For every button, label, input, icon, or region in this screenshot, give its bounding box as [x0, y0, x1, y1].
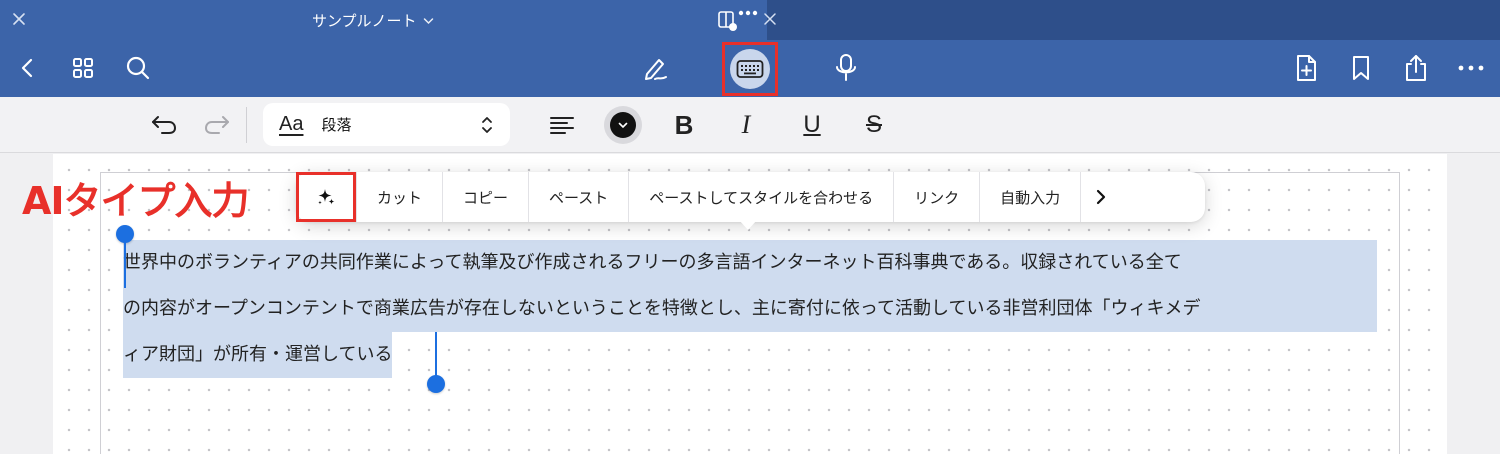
share-icon[interactable] — [1400, 52, 1432, 84]
ai-button-highlight — [296, 172, 356, 222]
chevron-down-icon — [618, 122, 628, 128]
selection-end-caret — [435, 332, 437, 380]
close-icon[interactable] — [763, 12, 777, 26]
bold-button[interactable]: B — [668, 109, 700, 141]
chevron-down-icon — [423, 17, 433, 24]
more-icon[interactable] — [1455, 52, 1487, 84]
annotation-label: AIタイプ入力 — [22, 179, 250, 223]
paste-menu-item[interactable]: ペースト — [528, 172, 628, 222]
edit-context-menu: カット コピー ペースト ペーストしてスタイルを合わせる リンク 自動入力 — [296, 172, 1205, 222]
text-line: 世界中のボランティアの共同作業によって執筆及び作成されるフリーの多言語インターネ… — [123, 240, 1377, 286]
copy-menu-item[interactable]: コピー — [442, 172, 528, 222]
align-left-icon[interactable] — [546, 109, 578, 141]
keyboard-mode-highlight — [722, 42, 778, 96]
keyboard-mode-button[interactable] — [730, 49, 770, 89]
selection-end-handle[interactable] — [427, 375, 445, 393]
link-menu-item[interactable]: リンク — [893, 172, 979, 222]
text-color-button[interactable] — [604, 106, 642, 144]
underline-button[interactable]: U — [796, 109, 828, 141]
more-menu-items-button[interactable] — [1080, 172, 1120, 222]
autofill-menu-item[interactable]: 自動入力 — [979, 172, 1080, 222]
menu-pointer — [739, 220, 757, 230]
tab-bar-background — [767, 0, 1500, 40]
color-swatch — [610, 112, 636, 138]
close-tab-icon[interactable] — [10, 10, 28, 28]
search-icon[interactable] — [122, 52, 154, 84]
italic-button[interactable]: I — [730, 109, 762, 141]
add-page-icon[interactable] — [1290, 52, 1322, 84]
divider — [246, 107, 247, 143]
grid-icon[interactable] — [67, 52, 99, 84]
text-style-icon: Aa — [279, 113, 304, 135]
main-toolbar — [0, 40, 1500, 97]
undo-icon[interactable] — [148, 109, 180, 141]
keyboard-icon — [736, 60, 764, 78]
strikethrough-button[interactable]: S — [858, 109, 890, 141]
paragraph-style-label: 段落 — [321, 116, 352, 134]
selection-start-caret — [124, 238, 126, 288]
paste-and-match-style-menu-item[interactable]: ペーストしてスタイルを合わせる — [628, 172, 893, 222]
chevron-right-icon — [1096, 189, 1105, 205]
paragraph-style-picker[interactable]: Aa 段落 — [263, 103, 510, 146]
cut-menu-item[interactable]: カット — [356, 172, 442, 222]
chevron-updown-icon — [482, 116, 492, 133]
tab-title[interactable]: サンプルノート — [312, 10, 434, 31]
microphone-icon[interactable] — [830, 52, 862, 84]
pen-icon[interactable] — [639, 52, 671, 84]
format-toolbar: Aa 段落 B I U S — [0, 97, 1500, 153]
back-icon[interactable] — [12, 52, 44, 84]
selected-text-block[interactable]: 世界中のボランティアの共同作業によって執筆及び作成されるフリーの多言語インターネ… — [123, 240, 1377, 378]
text-line: の内容がオープンコンテントで商業広告が存在しないということを特徴とし、主に寄付に… — [123, 286, 1377, 332]
redo-icon[interactable] — [201, 109, 233, 141]
bookmark-icon[interactable] — [1345, 52, 1377, 84]
split-view-icon[interactable] — [717, 8, 761, 32]
title-bar: サンプルノート — [0, 0, 1500, 40]
tab-title-label: サンプルノート — [312, 12, 417, 30]
text-line: ィア財団」が所有・運営している — [123, 332, 393, 378]
